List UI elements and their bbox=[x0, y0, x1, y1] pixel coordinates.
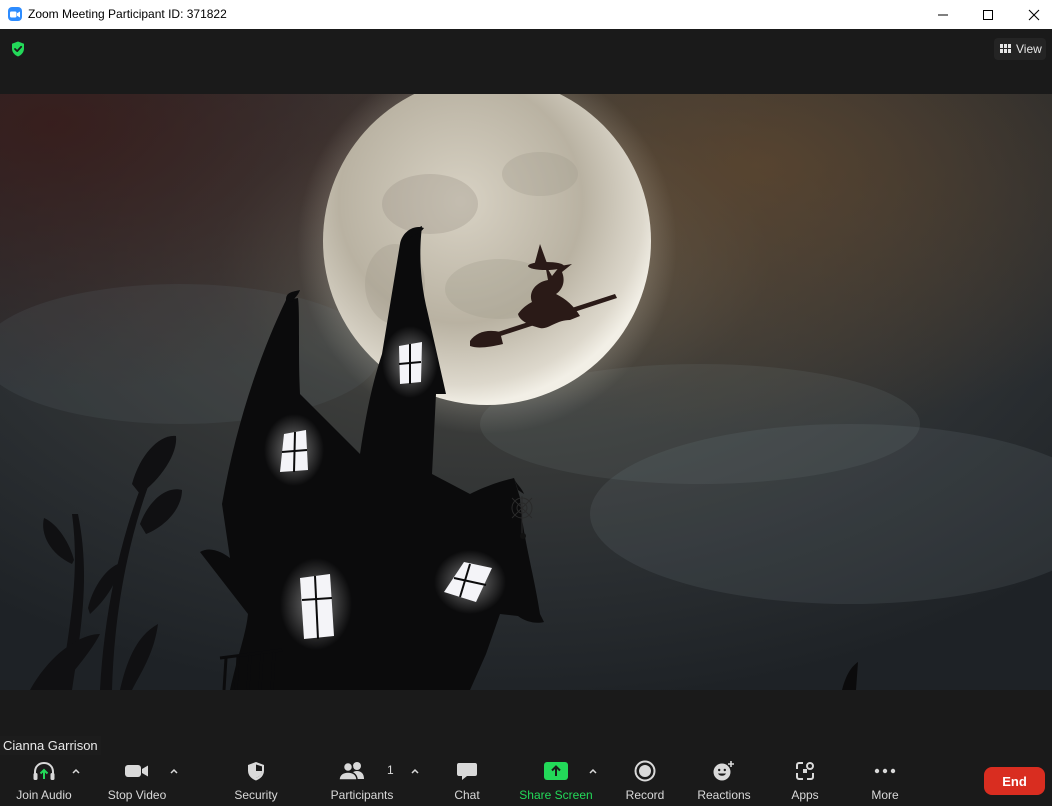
close-icon bbox=[1028, 9, 1040, 20]
zoom-app-icon bbox=[8, 7, 22, 21]
view-label: View bbox=[1016, 42, 1042, 56]
meeting-toolbar: Join Audio Stop Video Security 1 Partici… bbox=[0, 755, 1052, 806]
apps-icon bbox=[796, 762, 814, 780]
more-dots-icon bbox=[874, 768, 896, 774]
share-screen-button[interactable]: Share Screen bbox=[515, 755, 597, 806]
maximize-icon bbox=[983, 9, 993, 20]
share-options-caret[interactable] bbox=[588, 767, 598, 775]
apps-label: Apps bbox=[791, 788, 819, 802]
halloween-background-image bbox=[0, 94, 1052, 690]
record-label: Record bbox=[625, 788, 665, 802]
title-bar: Zoom Meeting Participant ID: 371822 bbox=[0, 0, 1052, 29]
participants-button[interactable]: 1 Participants bbox=[327, 755, 397, 806]
chat-button[interactable]: Chat bbox=[447, 755, 487, 806]
minimize-icon bbox=[938, 14, 948, 15]
maximize-button[interactable] bbox=[965, 0, 1011, 29]
participants-label: Participants bbox=[330, 788, 394, 802]
reactions-button[interactable]: Reactions bbox=[694, 755, 754, 806]
stop-video-button[interactable]: Stop Video bbox=[104, 755, 170, 806]
participants-icon bbox=[338, 761, 364, 781]
meeting-top-bar bbox=[0, 29, 1052, 94]
encryption-shield-icon[interactable] bbox=[9, 40, 27, 58]
emoji-plus-icon bbox=[713, 761, 734, 781]
end-meeting-button[interactable]: End bbox=[984, 767, 1045, 795]
participants-count: 1 bbox=[387, 763, 394, 777]
chevron-up-icon bbox=[72, 768, 80, 774]
grid-view-icon bbox=[1000, 44, 1011, 53]
share-screen-icon bbox=[544, 762, 568, 780]
join-audio-button[interactable]: Join Audio bbox=[9, 755, 79, 806]
security-button[interactable]: Security bbox=[226, 755, 286, 806]
stop-video-label: Stop Video bbox=[107, 788, 167, 802]
join-audio-label: Join Audio bbox=[16, 788, 72, 802]
apps-button[interactable]: Apps bbox=[784, 755, 826, 806]
record-button[interactable]: Record bbox=[620, 755, 670, 806]
chevron-up-icon bbox=[589, 768, 597, 774]
minimize-button[interactable] bbox=[920, 0, 966, 29]
security-shield-icon bbox=[248, 762, 264, 781]
audio-options-caret[interactable] bbox=[71, 767, 81, 775]
chevron-up-icon bbox=[170, 768, 178, 774]
security-label: Security bbox=[234, 788, 278, 802]
chat-label: Chat bbox=[454, 788, 480, 802]
video-options-caret[interactable] bbox=[169, 767, 179, 775]
share-screen-label: Share Screen bbox=[519, 788, 593, 802]
view-button[interactable]: View bbox=[994, 38, 1046, 60]
reactions-label: Reactions bbox=[697, 788, 751, 802]
close-button[interactable] bbox=[1011, 0, 1052, 29]
chevron-up-icon bbox=[411, 768, 419, 774]
record-icon bbox=[634, 760, 656, 782]
participants-options-caret[interactable] bbox=[410, 767, 420, 775]
more-label: More bbox=[871, 788, 899, 802]
window-title: Zoom Meeting Participant ID: 371822 bbox=[28, 7, 227, 21]
participant-name-tag: Cianna Garrison bbox=[0, 736, 101, 755]
headphones-icon bbox=[33, 761, 55, 780]
chat-bubble-icon bbox=[457, 763, 477, 780]
participant-video[interactable] bbox=[0, 94, 1052, 690]
more-button[interactable]: More bbox=[864, 755, 906, 806]
video-camera-icon bbox=[125, 765, 148, 777]
